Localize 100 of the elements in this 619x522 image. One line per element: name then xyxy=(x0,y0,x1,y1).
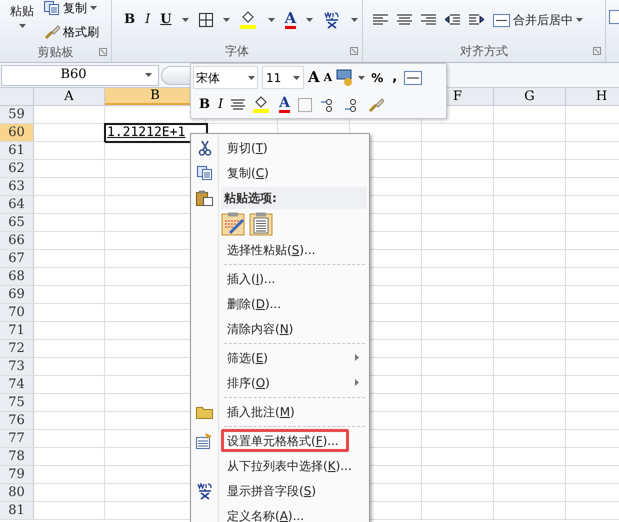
borders-icon[interactable] xyxy=(298,98,312,112)
column-header[interactable]: F xyxy=(452,86,462,106)
decrease-indent-icon[interactable] xyxy=(445,14,460,26)
copy-icon xyxy=(196,166,212,180)
menu-item[interactable]: 选择性粘贴(S)... xyxy=(221,238,322,261)
row-header[interactable]: 73 xyxy=(0,358,34,375)
merge-center-button[interactable]: 合并后居中 xyxy=(493,11,583,30)
font-style-button[interactable]: B xyxy=(124,10,136,30)
font-style-button[interactable]: I xyxy=(145,10,150,30)
group-label: 剪贴板 xyxy=(38,44,74,60)
active-cell[interactable]: 1.21212E+1 xyxy=(104,123,208,143)
splitter-handle[interactable] xyxy=(161,66,191,84)
name-box[interactable]: B60 xyxy=(1,64,159,86)
caret-icon xyxy=(248,76,255,80)
row-header[interactable]: 74 xyxy=(0,376,34,393)
menu-item[interactable]: 显示拼音字段(S) xyxy=(221,479,323,502)
caret-icon xyxy=(145,73,152,77)
menu-item[interactable]: 排序(O) xyxy=(221,371,277,394)
format-cells-icon xyxy=(196,432,213,448)
menu-item[interactable]: 设置单元格格式(F)... xyxy=(221,429,349,452)
row-header[interactable]: 75 xyxy=(0,394,34,411)
copy-button[interactable]: 复制 xyxy=(44,1,99,15)
font-size-dropdown[interactable]: 11 xyxy=(262,66,304,89)
row-header[interactable]: 60 xyxy=(0,124,34,141)
dialog-launcher-icon[interactable] xyxy=(350,47,358,56)
caret-icon xyxy=(576,18,583,22)
row-header[interactable]: 59 xyxy=(0,106,34,123)
dialog-launcher-icon[interactable] xyxy=(593,47,601,56)
menu-item[interactable]: 删除(D)... xyxy=(221,292,288,315)
menu-item[interactable]: 清除内容(N) xyxy=(221,317,300,340)
row-header[interactable]: 63 xyxy=(0,178,34,195)
menu-item[interactable]: 筛选(E) xyxy=(221,346,275,369)
merge-icon[interactable] xyxy=(609,10,619,24)
caret-icon xyxy=(268,18,275,22)
row-header[interactable]: 79 xyxy=(0,466,34,483)
font-name-dropdown[interactable]: 宋体 xyxy=(193,66,258,89)
align-center-icon[interactable] xyxy=(231,98,246,110)
comma-button[interactable]: , xyxy=(389,68,400,88)
paste-button[interactable]: 粘贴 xyxy=(0,0,44,40)
align-icon[interactable] xyxy=(397,14,412,26)
align-icon[interactable] xyxy=(421,14,436,26)
row-header[interactable]: 80 xyxy=(0,484,34,501)
row-header[interactable]: 61 xyxy=(0,142,34,159)
clipboard-icon xyxy=(196,190,213,206)
font-style-button[interactable]: U xyxy=(160,10,172,30)
caret-icon xyxy=(306,18,314,22)
phonetic-icon xyxy=(196,482,214,500)
row-header[interactable]: 81 xyxy=(0,502,34,519)
row-header[interactable]: 66 xyxy=(0,232,34,249)
menu-item[interactable]: 插入(I)... xyxy=(221,267,282,290)
fill-color-icon[interactable] xyxy=(253,96,272,113)
borders-icon[interactable] xyxy=(198,13,213,28)
caret-icon xyxy=(358,76,366,80)
caret-icon xyxy=(18,24,26,28)
row-header[interactable]: 72 xyxy=(0,340,34,357)
caret-icon xyxy=(90,6,97,10)
row-header[interactable]: 77 xyxy=(0,430,34,447)
row-header[interactable]: 62 xyxy=(0,160,34,177)
percent-button[interactable]: % xyxy=(369,68,386,86)
column-header[interactable]: H xyxy=(596,86,608,106)
format-painter-icon[interactable] xyxy=(368,96,384,112)
row-header[interactable]: 71 xyxy=(0,322,34,339)
row-header[interactable]: 78 xyxy=(0,448,34,465)
menu-section-header: 粘贴选项: xyxy=(221,186,367,208)
row-header[interactable]: 64 xyxy=(0,196,34,213)
column-header[interactable]: B xyxy=(150,86,160,106)
italic-button[interactable]: I xyxy=(218,94,224,114)
caret-icon xyxy=(222,18,230,22)
font-color-button[interactable]: A xyxy=(279,96,290,113)
caret-icon xyxy=(293,76,300,80)
menu-item[interactable]: 定义名称(A)... xyxy=(221,504,312,522)
column-header[interactable]: A xyxy=(64,86,74,106)
row-header[interactable]: 70 xyxy=(0,304,34,321)
column-header[interactable]: G xyxy=(524,86,535,106)
increase-indent-icon[interactable] xyxy=(469,14,484,26)
menu-item[interactable]: 剪切(T) xyxy=(221,136,275,159)
row-header[interactable]: 67 xyxy=(0,250,34,267)
row-header[interactable]: 69 xyxy=(0,286,34,303)
shrink-font-button[interactable]: A xyxy=(324,72,332,83)
menu-item[interactable]: 复制(C) xyxy=(221,161,276,184)
row-header[interactable]: 65 xyxy=(0,214,34,231)
accounting-format-icon[interactable] xyxy=(336,68,354,86)
fill-color-icon[interactable] xyxy=(240,11,258,30)
merge-center-icon[interactable] xyxy=(404,70,422,84)
row-header[interactable]: 68 xyxy=(0,268,34,285)
paste-formatting-icon[interactable] xyxy=(221,212,245,236)
folder-icon xyxy=(196,404,213,418)
align-icon[interactable] xyxy=(373,14,388,26)
font-color-button[interactable]: A xyxy=(284,11,296,30)
bold-button[interactable]: B xyxy=(199,94,210,114)
grow-font-button[interactable]: A xyxy=(308,70,320,85)
paste-values-icon[interactable] xyxy=(249,212,273,236)
format-painter-button[interactable]: 格式刷 xyxy=(44,23,99,41)
menu-item[interactable]: 从下拉列表中选择(K)... xyxy=(221,454,359,477)
merge-icon xyxy=(493,14,510,27)
menu-item[interactable]: 插入批注(M) xyxy=(221,400,302,423)
row-header[interactable]: 76 xyxy=(0,412,34,429)
dialog-launcher-icon[interactable] xyxy=(99,48,108,56)
group-label: 对齐方式 xyxy=(460,43,508,60)
group-label: 字体 xyxy=(225,43,250,60)
